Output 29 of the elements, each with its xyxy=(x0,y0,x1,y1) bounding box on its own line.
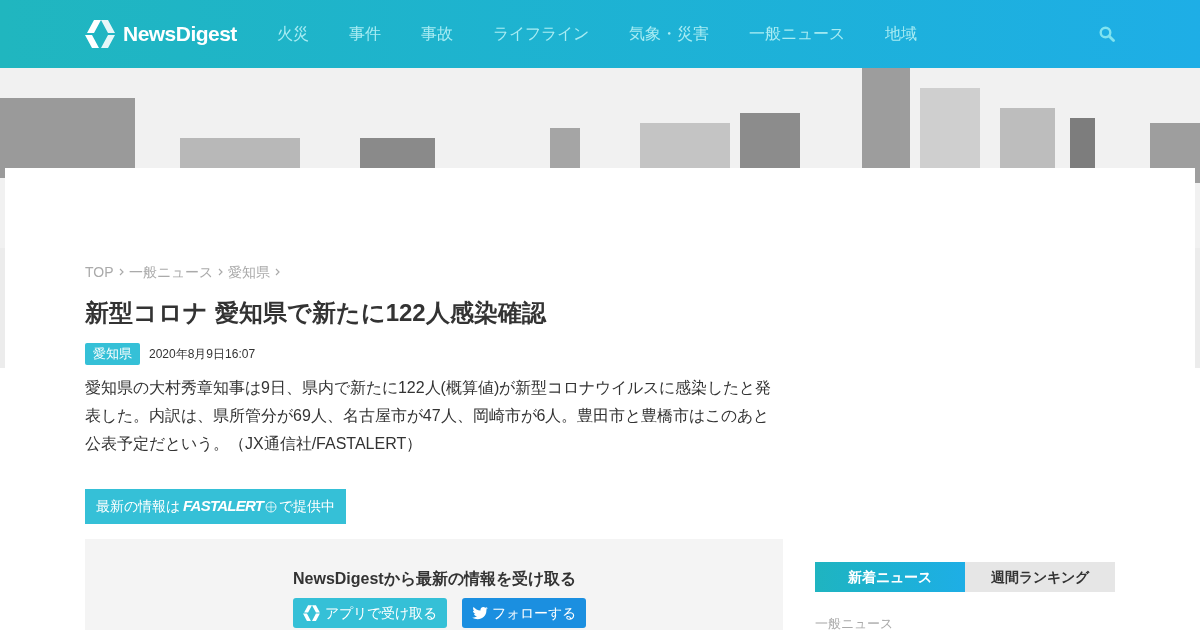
nav-link[interactable]: 事故 xyxy=(420,22,453,46)
breadcrumb-link[interactable]: 愛知県 xyxy=(227,261,270,283)
sidebar-tab[interactable]: 週間ランキング xyxy=(965,562,1115,592)
nav-link[interactable]: 地域 xyxy=(884,22,917,46)
nav-link[interactable]: 火災 xyxy=(276,22,309,46)
nav-link[interactable]: 気象・災害 xyxy=(628,22,709,46)
logo-text[interactable]: NewsDigest xyxy=(123,18,237,50)
chevron-icon xyxy=(118,268,124,276)
breadcrumb-link[interactable]: 一般ニュース xyxy=(128,261,213,283)
follow-button[interactable]: フォローする xyxy=(462,598,586,628)
nav-link[interactable]: 事件 xyxy=(348,22,381,46)
chevron-icon xyxy=(217,268,223,276)
publish-date: 2020年8月9日16:07 xyxy=(149,346,256,363)
app-button[interactable]: アプリで受け取る xyxy=(293,598,447,628)
breadcrumb-link[interactable]: TOP xyxy=(85,261,114,283)
article-body: 愛知県の大村秀章知事は9日、県内で新たに122人(概算値)が新型コロナウイルスに感染したと発表した。内訳は、県所管分が69人、名古屋市が47人、岡崎市が6人。豊田市と豊橋市はこのあと公表予定だという。（JX通信社/FASTALERT） xyxy=(85,378,773,454)
category-tag[interactable]: 愛知県 xyxy=(85,343,140,365)
globe-icon xyxy=(265,500,278,513)
sidebar-tab[interactable]: 新着ニュース xyxy=(815,562,965,592)
subscribe-heading: NewsDigestから最新の情報を受け取る xyxy=(293,569,577,589)
chevron-icon xyxy=(274,268,280,276)
logo-icon xyxy=(85,20,117,48)
bird-icon xyxy=(472,606,488,620)
source-button[interactable]: 最新の情報は FASTALERT で提供中 xyxy=(85,489,347,524)
article-title: 新型コロナ 愛知県で新たに122人感染確認 xyxy=(85,298,548,328)
logo-icon xyxy=(303,605,321,621)
search-icon[interactable] xyxy=(1099,26,1115,42)
nav-link[interactable]: 一般ニュース xyxy=(748,22,845,46)
nav-link[interactable]: ライフライン xyxy=(492,22,589,46)
